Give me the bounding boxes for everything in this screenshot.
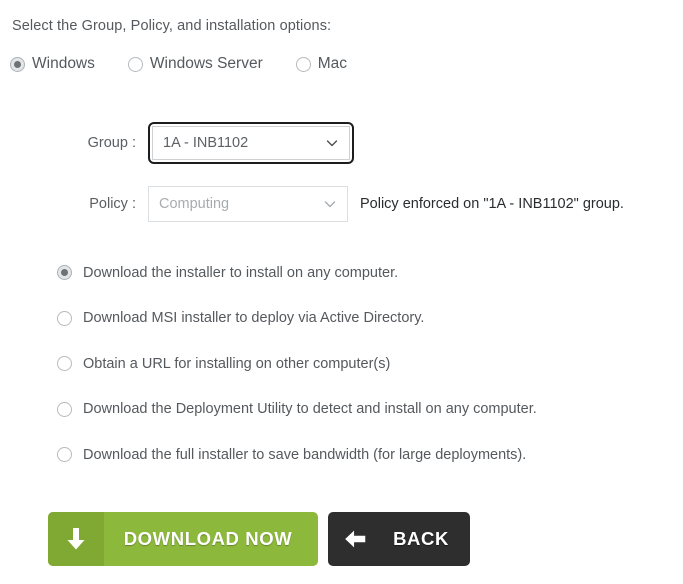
- policy-select-wrap: Computing: [148, 186, 348, 222]
- radio-icon-msi[interactable]: [57, 310, 72, 326]
- install-option-msi[interactable]: Download MSI installer to deploy via Act…: [57, 310, 537, 326]
- radio-icon-installer[interactable]: [57, 265, 72, 280]
- install-option-full-installer[interactable]: Download the full installer to save band…: [57, 446, 537, 463]
- platform-option-windows[interactable]: Windows: [10, 55, 95, 73]
- install-option-label: Download the installer to install on any…: [83, 264, 399, 281]
- install-option-label: Download the Deployment Utility to detec…: [83, 401, 537, 417]
- platform-option-windows-server[interactable]: Windows Server: [127, 55, 263, 73]
- download-now-button[interactable]: DOWNLOAD NOW: [48, 512, 318, 566]
- radio-icon-windows[interactable]: [10, 56, 25, 72]
- chevron-down-icon: [323, 197, 337, 211]
- group-field-row: Group : 1A - INB1102: [0, 122, 354, 164]
- radio-icon-windows-server[interactable]: [127, 56, 143, 72]
- back-label: BACK: [393, 528, 449, 549]
- group-select-focus-ring: 1A - INB1102: [148, 122, 354, 164]
- back-button[interactable]: BACK: [328, 512, 470, 566]
- radio-icon-mac[interactable]: [295, 56, 311, 72]
- download-now-label: DOWNLOAD NOW: [123, 528, 293, 549]
- platform-option-label: Windows: [32, 55, 95, 72]
- platform-option-label: Mac: [317, 55, 348, 72]
- platform-option-label: Windows Server: [149, 55, 263, 72]
- download-arrow-icon: [48, 512, 104, 566]
- page-instruction: Select the Group, Policy, and installati…: [12, 18, 332, 34]
- platform-option-mac[interactable]: Mac: [295, 55, 348, 73]
- left-arrow-icon: [328, 512, 382, 566]
- install-options-radio-group: Download the installer to install on any…: [57, 265, 537, 493]
- install-option-url[interactable]: Obtain a URL for installing on other com…: [57, 355, 537, 372]
- radio-icon-full-installer[interactable]: [57, 447, 72, 462]
- policy-field-row: Policy : Computing Policy enforced on "1…: [0, 186, 624, 222]
- install-option-deployment-utility[interactable]: Download the Deployment Utility to detec…: [57, 401, 537, 417]
- policy-label: Policy :: [89, 196, 136, 212]
- platform-radio-group: Windows Windows Server Mac: [10, 55, 380, 73]
- policy-enforced-note: Policy enforced on "1A - INB1102" group.: [360, 196, 624, 212]
- group-label: Group :: [87, 135, 136, 151]
- install-option-label: Download the full installer to save band…: [83, 446, 527, 463]
- install-option-installer[interactable]: Download the installer to install on any…: [57, 264, 537, 281]
- install-option-label: Download MSI installer to deploy via Act…: [83, 310, 425, 326]
- radio-icon-url[interactable]: [57, 356, 72, 371]
- group-select-value: 1A - INB1102: [163, 135, 249, 151]
- policy-select-value: Computing: [159, 196, 230, 212]
- group-select[interactable]: 1A - INB1102: [152, 126, 350, 160]
- policy-select: Computing: [148, 186, 348, 222]
- install-option-label: Obtain a URL for installing on other com…: [83, 355, 391, 372]
- chevron-down-icon: [325, 136, 339, 150]
- radio-icon-deployment-utility[interactable]: [57, 401, 72, 417]
